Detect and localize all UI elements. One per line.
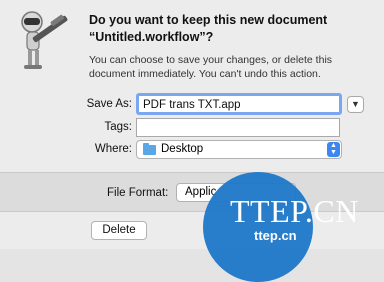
chevron-down-icon[interactable]: ▼	[347, 96, 364, 113]
watermark-text: TTEP.CN	[230, 193, 359, 229]
dialog-message: You can choose to save your changes, or …	[89, 54, 333, 80]
dialog-title: Do you want to keep this new document “U…	[89, 13, 328, 44]
file-format-label: File Format:	[107, 187, 169, 199]
delete-button[interactable]: Delete	[91, 221, 147, 240]
tags-label: Tags:	[104, 121, 133, 133]
save-as-input[interactable]: PDF trans TXT.app	[136, 93, 342, 115]
where-label: Where:	[94, 143, 132, 155]
watermark-subtext: ttep.cn	[254, 228, 297, 243]
save-dialog: Do you want to keep this new document “U…	[0, 0, 384, 282]
folder-icon	[143, 143, 156, 155]
tags-input[interactable]	[136, 118, 340, 137]
stepper-icon: ▲ ▼	[327, 142, 340, 157]
save-as-label: Save As:	[86, 98, 132, 110]
where-value: Desktop	[161, 143, 204, 155]
where-popup[interactable]: Desktop ▲ ▼	[136, 140, 342, 159]
automator-robot-icon	[21, 11, 68, 69]
